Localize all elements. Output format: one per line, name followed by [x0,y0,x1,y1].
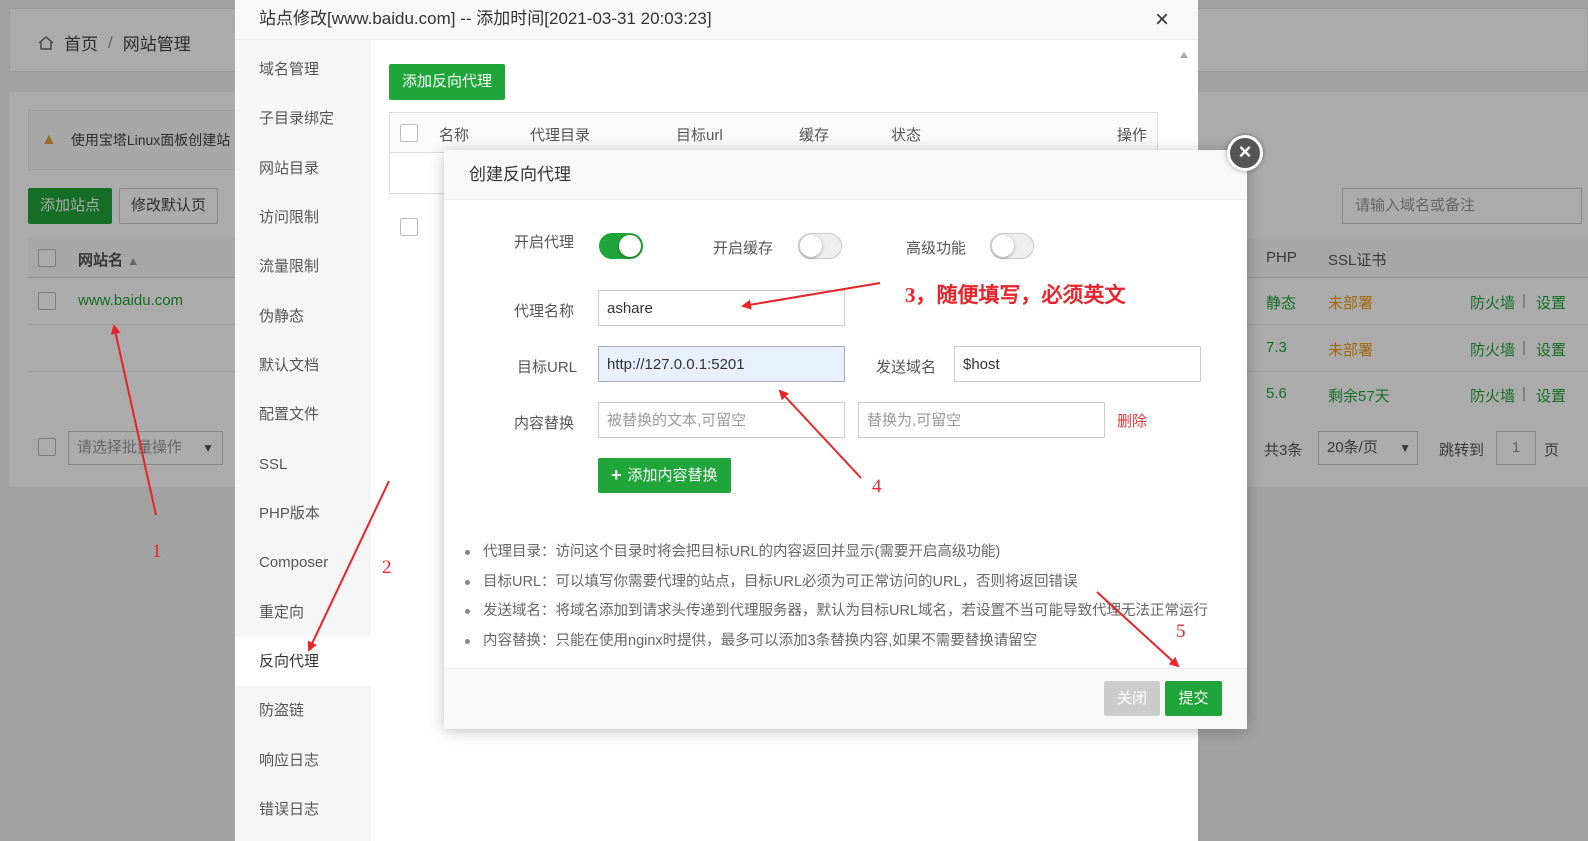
sidebar-item-redirect[interactable]: 重定向 [235,588,370,637]
content-replace-label: 内容替换 [514,415,575,432]
toggle-knob [800,235,822,257]
col-target-url: 目标url [676,127,723,144]
target-url-input[interactable] [598,346,845,382]
sidebar-item-php-version[interactable]: PHP版本 [235,489,370,538]
sidebar-item-composer[interactable]: Composer [235,538,370,587]
col-proxy-dir: 代理目录 [530,127,591,144]
site-modal-close-icon[interactable]: × [1155,8,1169,32]
annotation-1: 1 [152,541,162,562]
tip-item: 内容替换：只能在使用nginx时提供，最多可以添加3条替换内容,如果不需要替换请… [463,629,1243,659]
sidebar-item-rewrite[interactable]: 伪静态 [235,292,370,341]
sidebar-item-hotlink[interactable]: 防盗链 [235,686,370,735]
toggle-knob [992,235,1014,257]
tip-item: 代理目录：访问这个目录时将会把目标URL的内容返回并显示(需要开启高级功能) [463,540,1243,570]
col-cache: 缓存 [799,127,830,144]
annotation-5: 5 [1176,621,1186,642]
enable-cache-toggle[interactable] [798,233,842,259]
plus-icon: + [611,465,622,485]
site-settings-sidebar: 域名管理 子目录绑定 网站目录 访问限制 流量限制 伪静态 默认文档 配置文件 … [235,40,370,841]
proxy-bottom-checkbox[interactable] [400,218,418,236]
tip-item: 目标URL：可以填写你需要代理的站点，目标URL必须为可正常访问的URL，否则将… [463,570,1243,600]
sidebar-item-ssl[interactable]: SSL [235,440,370,489]
proxy-table-header: 名称 代理目录 目标url 缓存 状态 操作 [390,113,1157,153]
send-domain-label: 发送域名 [876,359,937,376]
send-domain-input[interactable] [954,346,1201,382]
sidebar-item-default-doc[interactable]: 默认文档 [235,341,370,390]
sidebar-item-access-limit[interactable]: 访问限制 [235,193,370,242]
enable-proxy-toggle[interactable] [599,233,643,259]
col-name: 名称 [439,127,470,144]
sidebar-item-site-dir[interactable]: 网站目录 [235,144,370,193]
add-reverse-proxy-button[interactable]: 添加反向代理 [389,64,506,100]
sidebar-item-error-log[interactable]: 错误日志 [235,785,370,834]
sidebar-item-reverse-proxy[interactable]: 反向代理 [235,637,370,686]
annotation-3: 3，随便填写，必须英文 [905,283,1126,307]
col-status: 状态 [891,127,922,144]
enable-cache-label: 开启缓存 [713,240,774,257]
enable-proxy-label: 开启代理 [514,234,575,251]
sidebar-item-access-log[interactable]: 响应日志 [235,736,370,785]
sidebar-item-domain[interactable]: 域名管理 [235,45,370,94]
annotation-4: 4 [872,476,882,497]
delete-replace-link[interactable]: 删除 [1117,410,1147,431]
tip-item: 发送域名：将域名添加到请求头传递到代理服务器，默认为目标URL域名，若设置不当可… [463,599,1243,629]
proxy-name-label: 代理名称 [514,303,575,320]
replace-from-input[interactable] [598,402,845,438]
sidebar-item-traffic-limit[interactable]: 流量限制 [235,242,370,291]
dialog-submit-button[interactable]: 提交 [1165,681,1222,716]
col-action: 操作 [1117,127,1148,144]
add-content-replace-label: 添加内容替换 [627,467,718,484]
annotation-2: 2 [382,557,392,578]
advanced-label: 高级功能 [906,240,967,257]
dialog-title: 创建反向代理 [444,150,1247,200]
dialog-close-button[interactable]: 关闭 [1104,681,1160,716]
target-url-label: 目标URL [517,359,578,376]
proxy-select-all-checkbox[interactable] [400,124,418,142]
site-modal-title: 站点修改[www.baidu.com] -- 添加时间[2021-03-31 2… [235,0,1198,40]
help-tips: 代理目录：访问这个目录时将会把目标URL的内容返回并显示(需要开启高级功能) 目… [463,540,1243,658]
scroll-up-icon[interactable] [1180,52,1188,58]
advanced-toggle[interactable] [990,233,1034,259]
add-content-replace-button[interactable]: + 添加内容替换 [598,458,731,493]
toggle-knob [619,235,641,257]
sidebar-item-config[interactable]: 配置文件 [235,390,370,439]
proxy-name-input[interactable] [598,290,845,326]
sidebar-item-subdir[interactable]: 子目录绑定 [235,94,370,143]
dialog-close-icon[interactable]: × [1227,135,1263,171]
replace-to-input[interactable] [858,402,1105,438]
